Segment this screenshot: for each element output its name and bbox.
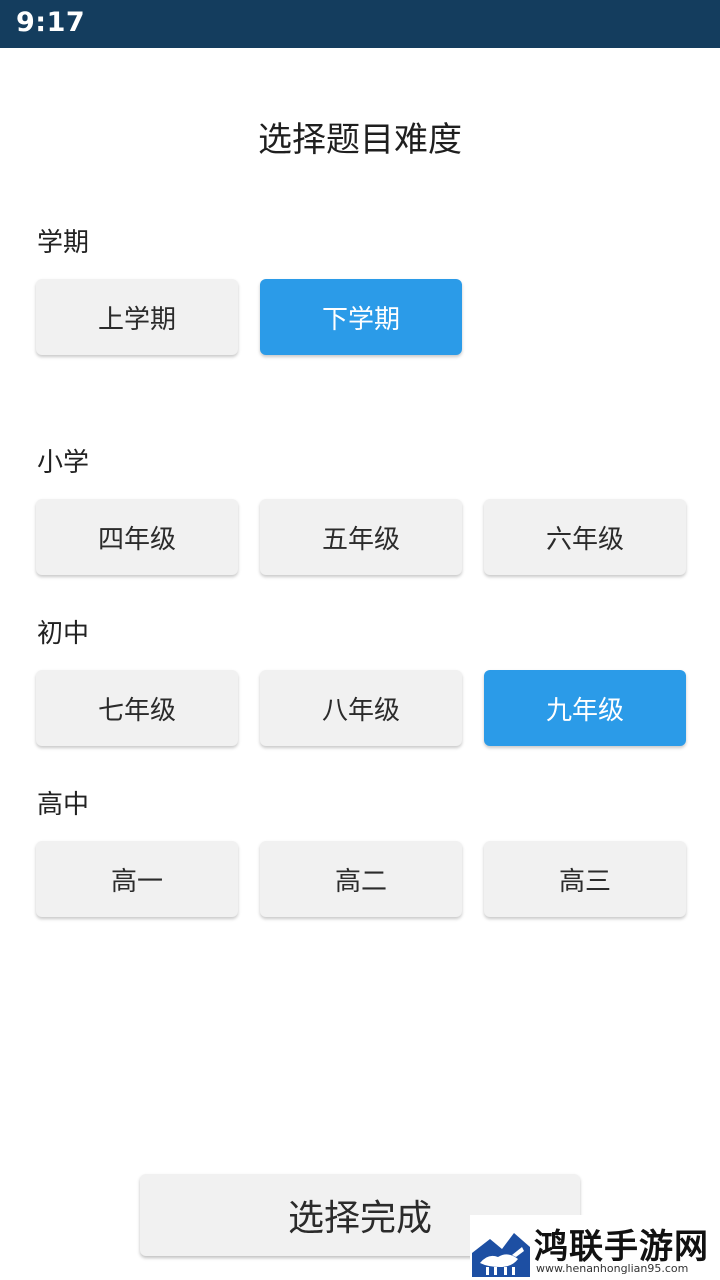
section-label-junior: 初中 [37,619,90,649]
watermark: 鸿联手游网 www.henanhonglian95.com [470,1215,720,1280]
option-semester-1[interactable]: 上学期 [36,279,238,355]
screen: 9:17 选择题目难度 学期 上学期 下学期 小学 四年级 五年级 六年级 初中… [0,0,720,1280]
option-semester-2[interactable]: 下学期 [260,279,462,355]
section-label-senior: 高中 [37,790,90,820]
page-title: 选择题目难度 [258,120,462,160]
option-grade-4[interactable]: 四年级 [36,499,238,575]
option-grade-8[interactable]: 八年级 [260,670,462,746]
option-senior-1[interactable]: 高一 [36,841,238,917]
status-time: 9:17 [16,7,86,38]
option-grade-6[interactable]: 六年级 [484,499,686,575]
option-grade-7[interactable]: 七年级 [36,670,238,746]
bull-logo-icon [472,1219,530,1277]
option-senior-3[interactable]: 高三 [484,841,686,917]
option-grade-5[interactable]: 五年级 [260,499,462,575]
section-label-primary: 小学 [37,448,90,478]
status-bar: 9:17 [0,0,720,48]
section-label-semester: 学期 [37,228,90,258]
watermark-text: 鸿联手游网 [534,1227,709,1267]
watermark-url: www.henanhonglian95.com [536,1262,689,1275]
option-grade-9[interactable]: 九年级 [484,670,686,746]
option-senior-2[interactable]: 高二 [260,841,462,917]
